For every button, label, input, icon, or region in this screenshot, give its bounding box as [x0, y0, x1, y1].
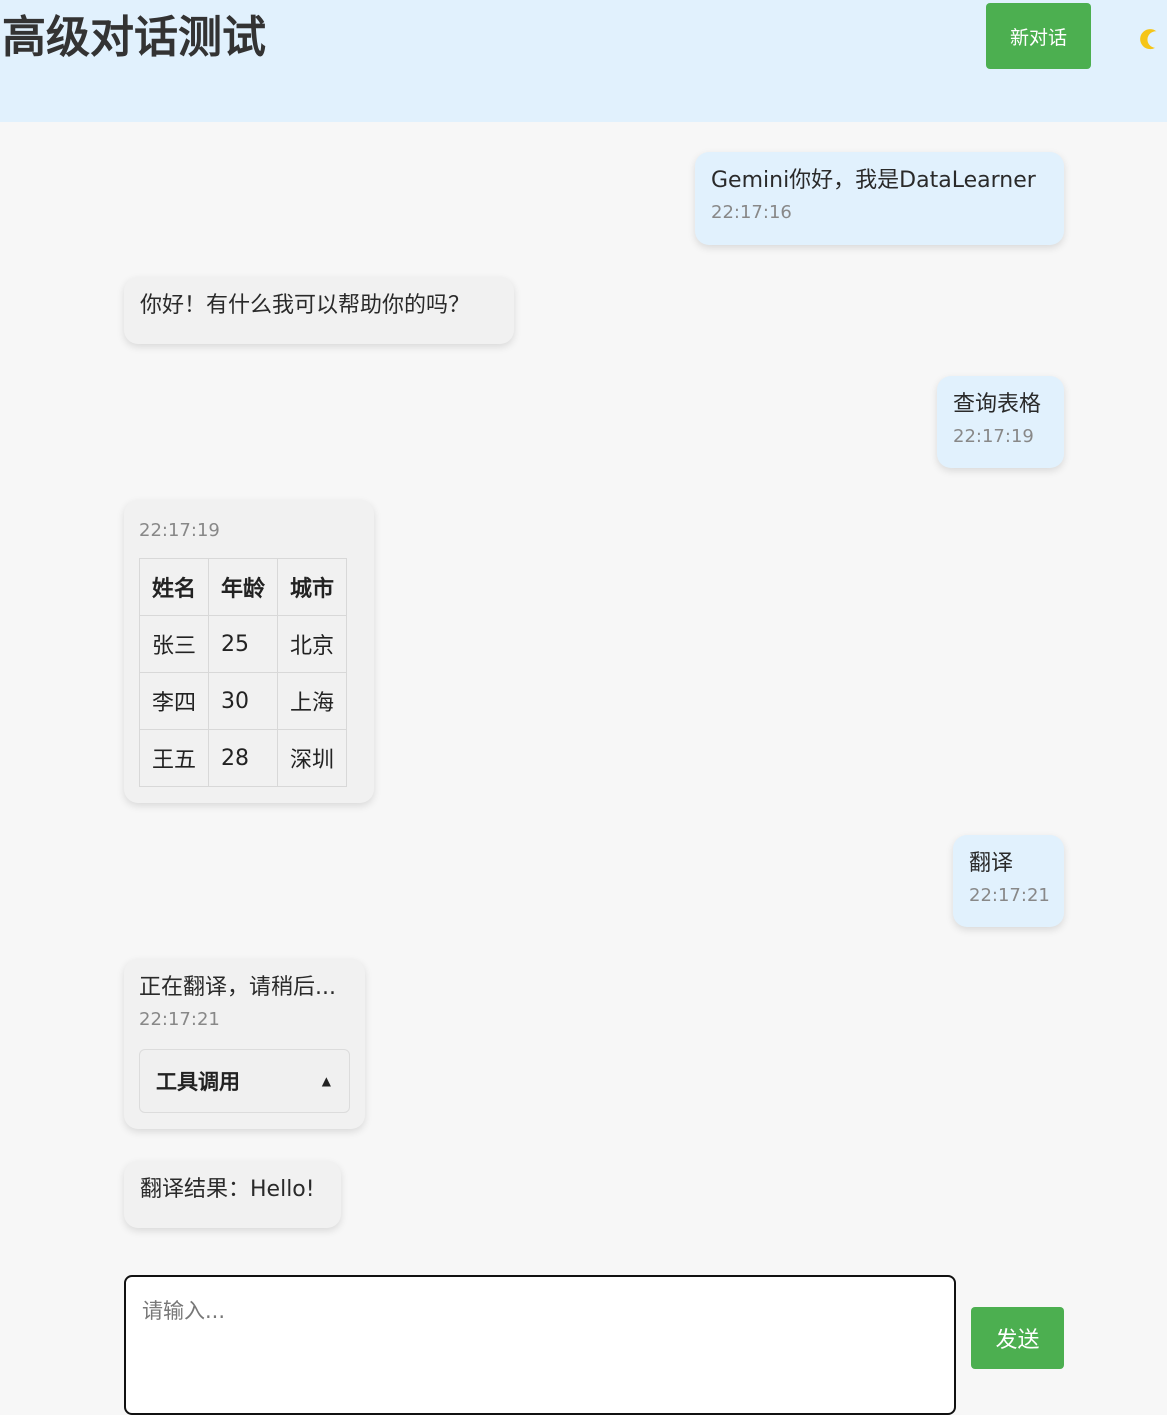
user-message: 查询表格 22:17:19 — [937, 376, 1064, 468]
message-timestamp: 22:17:21 — [139, 1009, 220, 1030]
bot-message: 你好！有什么我可以帮助你的吗？ — [124, 277, 514, 344]
message-timestamp: 22:17:19 — [139, 520, 220, 541]
bot-message: 正在翻译，请稍后... 22:17:21 工具调用 ▲ — [124, 959, 365, 1129]
table-cell: 上海 — [277, 672, 348, 730]
table-row: 王五 28 深圳 — [138, 729, 348, 787]
message-text: 翻译结果：Hello! — [140, 1177, 315, 1202]
message-timestamp: 22:17:19 — [953, 426, 1034, 447]
table-header-cell: 姓名 — [138, 558, 210, 616]
table-cell: 深圳 — [277, 729, 348, 787]
table-cell: 王五 — [138, 729, 210, 787]
table-row: 张三 25 北京 — [138, 615, 348, 673]
table-header-cell: 城市 — [277, 558, 348, 616]
table-row: 李四 30 上海 — [138, 672, 348, 730]
tool-call-label: 工具调用 — [156, 1070, 240, 1094]
table-cell: 北京 — [277, 615, 348, 673]
page-title: 高级对话测试 — [2, 12, 266, 63]
table-cell: 李四 — [138, 672, 210, 730]
message-timestamp: 22:17:16 — [711, 202, 792, 223]
triangle-up-icon: ▲ — [321, 1074, 331, 1088]
table-cell: 张三 — [138, 615, 210, 673]
tool-call-toggle[interactable]: 工具调用 ▲ — [139, 1049, 350, 1113]
message-text: 查询表格 — [953, 392, 1042, 417]
theme-toggle[interactable] — [1130, 20, 1166, 56]
table-cell: 28 — [208, 729, 279, 787]
data-table: 姓名 年龄 城市 张三 25 北京 李四 30 上海 王五 28 深圳 — [138, 558, 348, 787]
bot-message: 翻译结果：Hello! — [124, 1161, 341, 1228]
bot-message: 22:17:19 姓名 年龄 城市 张三 25 北京 李四 30 上海 王五 2… — [124, 500, 374, 803]
user-message: Gemini你好，我是DataLearner 22:17:16 — [695, 152, 1064, 245]
message-text: 正在翻译，请稍后... — [139, 975, 336, 1000]
message-text: 翻译 — [969, 851, 1014, 876]
new-chat-button[interactable]: 新对话 — [986, 3, 1091, 69]
message-text: 你好！有什么我可以帮助你的吗？ — [140, 293, 471, 318]
message-text: Gemini你好，我是DataLearner — [711, 168, 1036, 193]
table-cell: 30 — [208, 672, 279, 730]
send-button[interactable]: 发送 — [971, 1307, 1064, 1369]
user-message: 翻译 22:17:21 — [953, 835, 1064, 927]
message-input[interactable] — [124, 1275, 956, 1415]
message-timestamp: 22:17:21 — [969, 885, 1050, 906]
table-header-cell: 年龄 — [208, 558, 279, 616]
table-cell: 25 — [208, 615, 279, 673]
moon-icon — [1140, 29, 1157, 50]
table-header-row: 姓名 年龄 城市 — [138, 558, 348, 616]
app-header: 高级对话测试 新对话 — [0, 0, 1167, 122]
